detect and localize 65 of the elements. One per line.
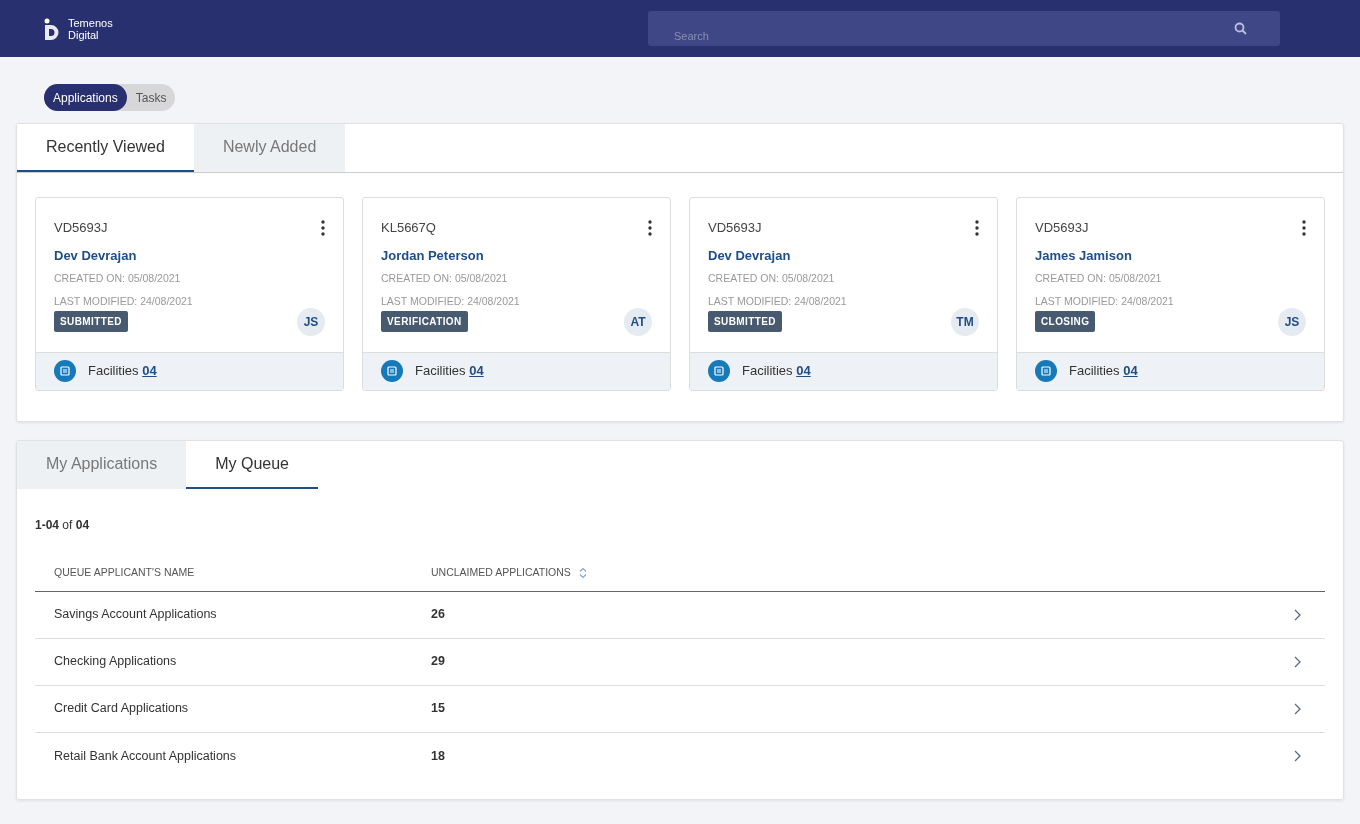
logo-text: Digital xyxy=(68,28,100,41)
facilities-label: Facilities xyxy=(415,363,466,379)
assignee-avatar: AT xyxy=(624,307,652,336)
applicant-name[interactable]: James Jamison xyxy=(1035,245,1132,265)
document-icon xyxy=(54,360,76,382)
document-icon xyxy=(1035,360,1057,382)
queue-name-cell: Retail Bank Account Applications xyxy=(54,748,237,763)
applicant-name[interactable]: Dev Devrajan xyxy=(708,245,791,265)
modified-date: LAST MODIFIED: 24/08/2021 xyxy=(54,293,194,309)
unclaimed-count-cell-text: 26 xyxy=(431,606,445,624)
more-options-icon[interactable] xyxy=(1302,219,1306,236)
facilities-count-link[interactable]: 04 xyxy=(469,363,484,379)
assignee-avatar: TM xyxy=(951,307,979,336)
status-tag: SUBMITTED xyxy=(708,311,782,332)
queue-name-cell: Credit Card Applications xyxy=(54,701,189,716)
application-id: KL5667Q xyxy=(381,219,436,237)
chevron-right-icon[interactable] xyxy=(1294,750,1301,763)
queue-name-cell: Savings Account Applications xyxy=(54,607,217,622)
chevron-right-icon[interactable] xyxy=(1294,655,1301,668)
modified-date: LAST MODIFIED: 24/08/2021 xyxy=(708,293,848,309)
facilities-label: Facilities xyxy=(742,363,793,379)
unclaimed-count-cell-text: 15 xyxy=(431,700,445,718)
status-tag: VERIFICATION xyxy=(381,311,468,332)
status-tag: CLOSING xyxy=(1035,311,1096,332)
modified-date: LAST MODIFIED: 24/08/2021 xyxy=(381,293,521,309)
modified-date: LAST MODIFIED: 24/08/2021 xyxy=(1035,293,1175,309)
application-id: VD5693J xyxy=(54,219,108,237)
facilities-count-link[interactable]: 04 xyxy=(1123,363,1138,379)
chevron-right-icon[interactable] xyxy=(1294,608,1301,621)
search-field[interactable]: Search xyxy=(648,11,1280,46)
assignee-avatar: JS xyxy=(297,307,325,336)
facilities-label: Facilities xyxy=(88,363,139,379)
assignee-avatar: JS xyxy=(1278,307,1306,336)
queue-name-cell: Checking Applications xyxy=(54,654,177,669)
tab[interactable]: My Queue xyxy=(186,441,318,489)
unclaimed-count-cell-text: 18 xyxy=(431,747,445,765)
facilities-label: Facilities xyxy=(1069,363,1120,379)
tab[interactable]: Newly Added xyxy=(193,124,346,172)
created-date: CREATED ON: 05/08/2021 xyxy=(54,271,182,286)
tab[interactable]: Recently Viewed xyxy=(17,124,194,172)
facilities-count-link[interactable]: 04 xyxy=(142,363,157,379)
status-tag: SUBMITTED xyxy=(54,311,128,332)
created-date: CREATED ON: 05/08/2021 xyxy=(708,271,836,286)
created-date: CREATED ON: 05/08/2021 xyxy=(381,271,509,286)
application-id: VD5693J xyxy=(1035,219,1089,237)
application-id: VD5693J xyxy=(708,219,762,237)
search-icon[interactable] xyxy=(1234,22,1247,35)
more-options-icon[interactable] xyxy=(975,219,979,236)
result-count: 1-04 of 04 xyxy=(35,517,90,534)
more-options-icon[interactable] xyxy=(648,219,652,236)
applicant-name[interactable]: Dev Devrajan xyxy=(54,245,137,265)
unclaimed-count-cell-text: 29 xyxy=(431,653,445,671)
column-header: UNCLAIMED APPLICATIONS xyxy=(431,564,571,580)
document-icon xyxy=(708,360,730,382)
document-icon xyxy=(381,360,403,382)
view-toggle-tab[interactable]: Tasks xyxy=(126,84,176,111)
applicant-name[interactable]: Jordan Peterson xyxy=(381,245,484,265)
tab[interactable]: My Applications xyxy=(17,441,187,489)
facilities-count-link[interactable]: 04 xyxy=(796,363,811,379)
chevron-right-icon[interactable] xyxy=(1294,702,1301,715)
created-date: CREATED ON: 05/08/2021 xyxy=(1035,271,1163,286)
logo-text: Temenos xyxy=(68,16,113,29)
more-options-icon[interactable] xyxy=(321,219,325,236)
view-toggle-tab[interactable]: Applications xyxy=(44,84,127,111)
column-header: QUEUE APPLICANT'S NAME xyxy=(54,565,195,578)
